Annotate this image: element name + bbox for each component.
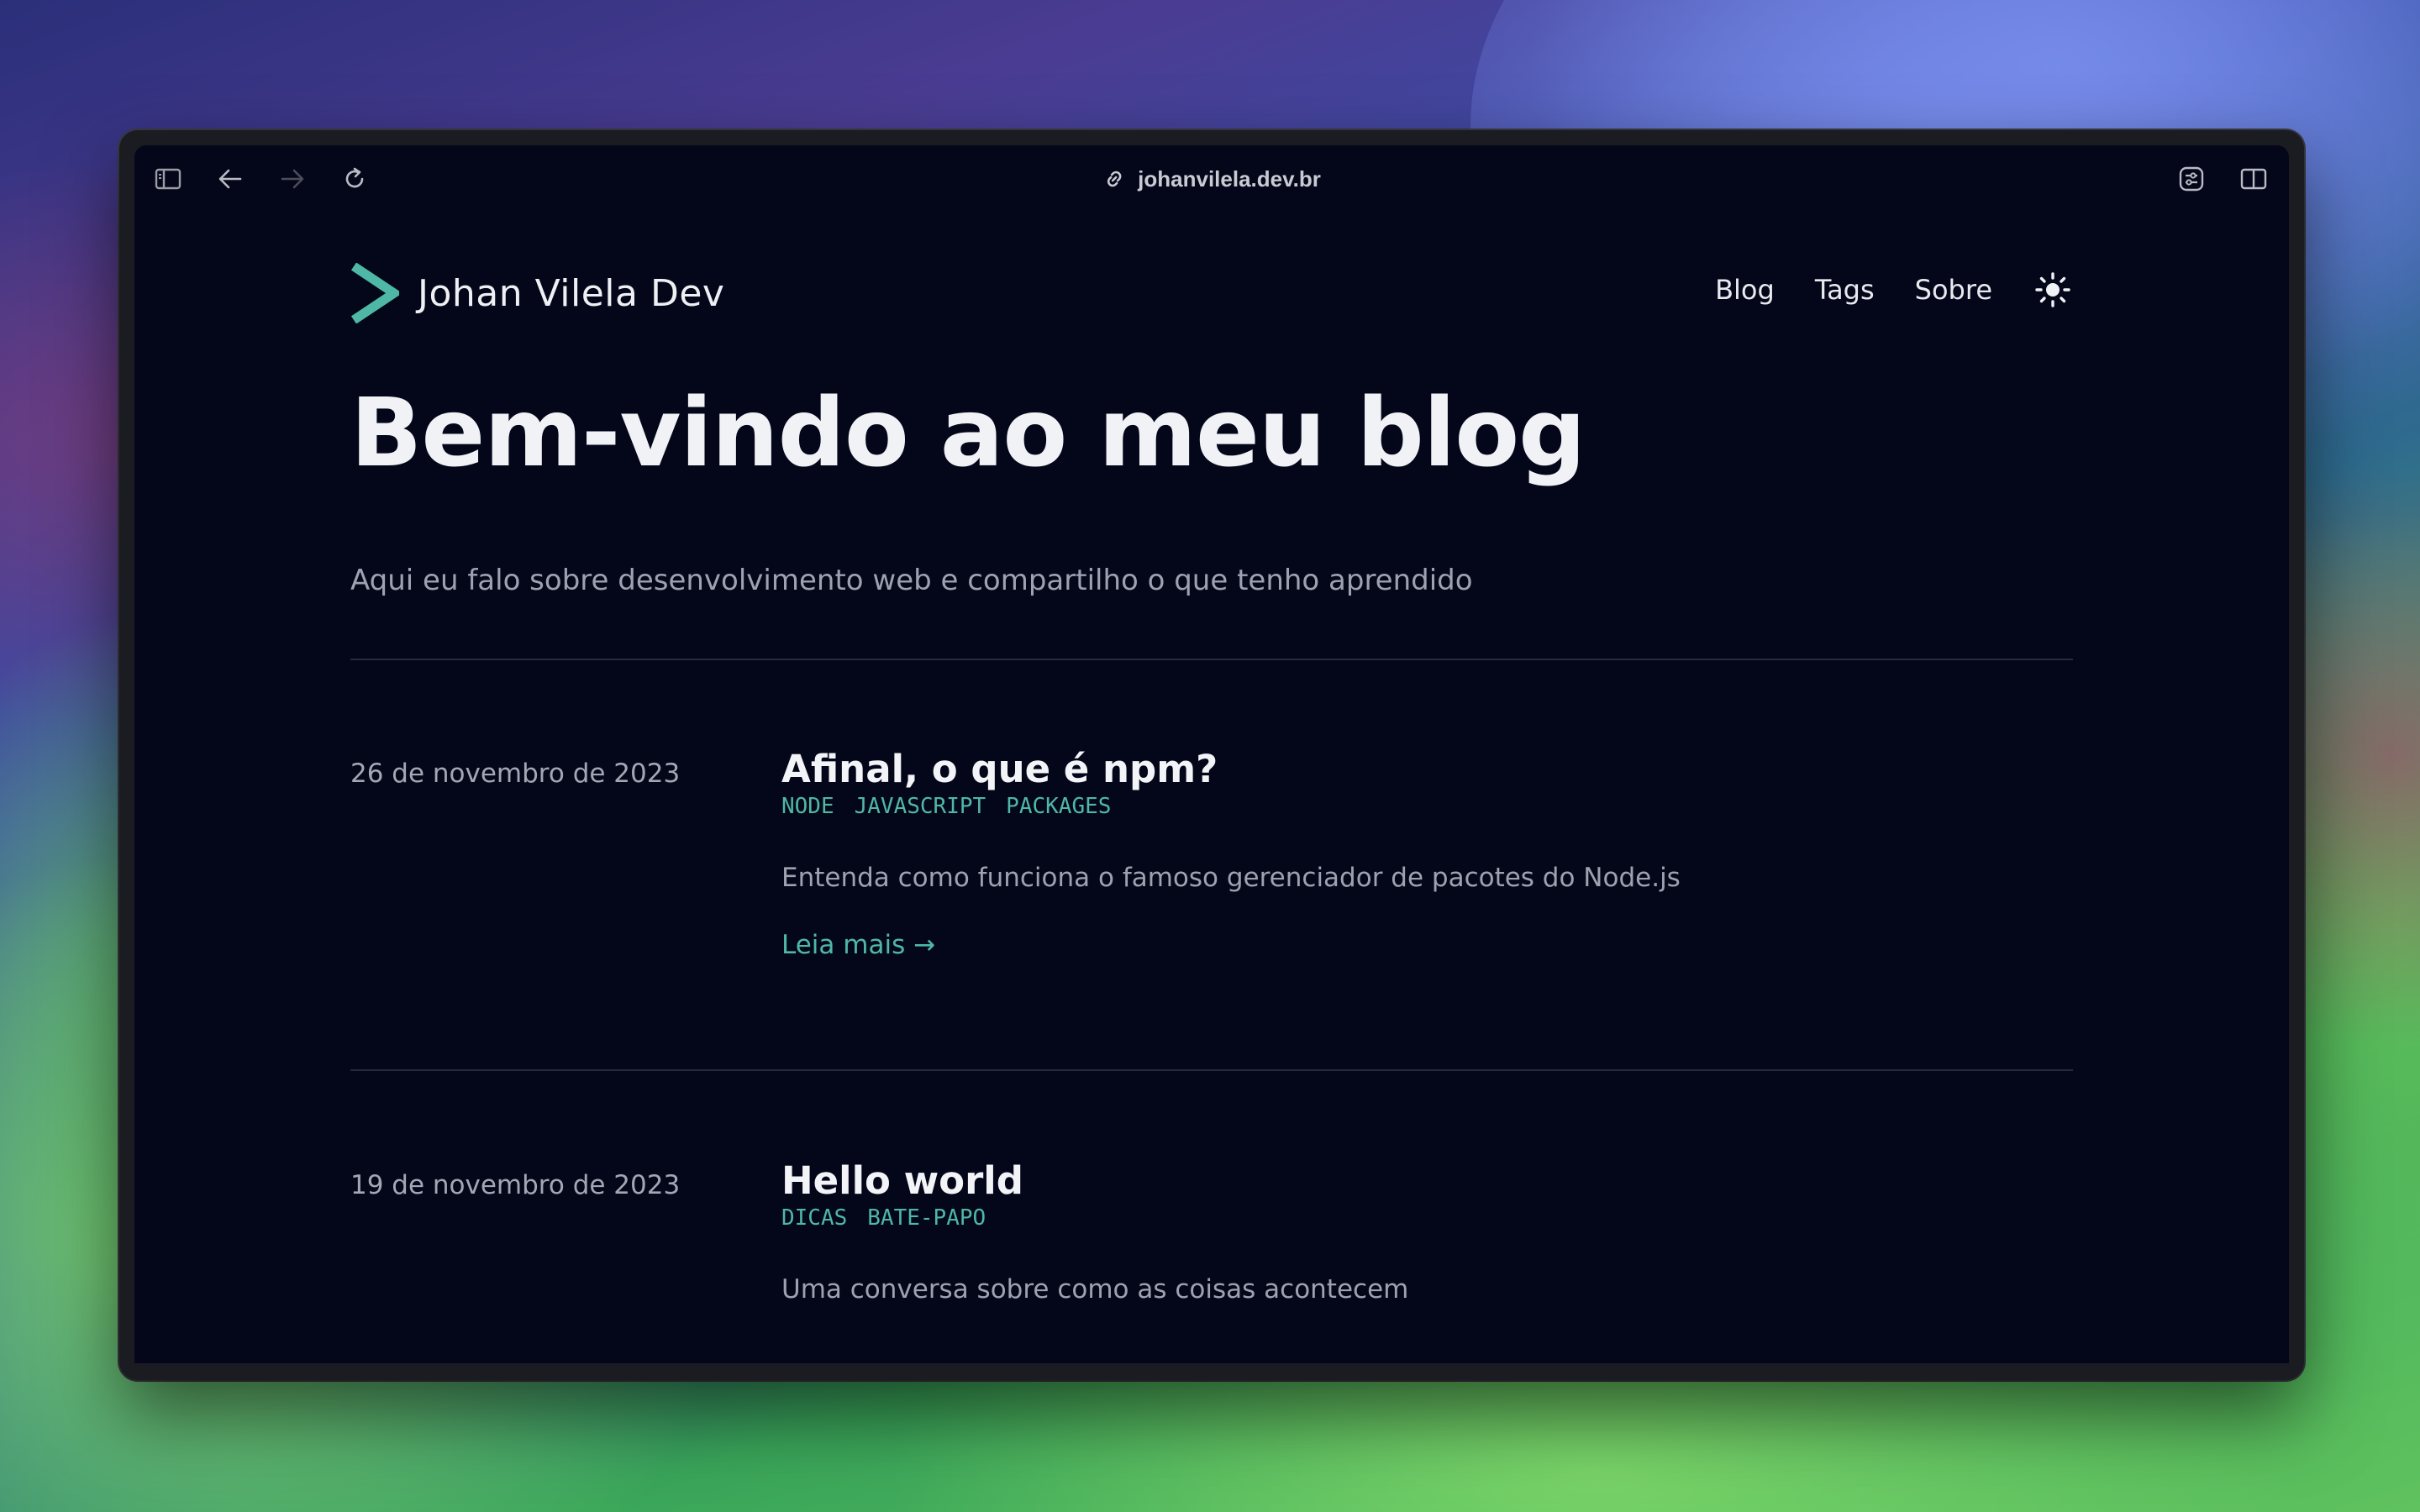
site-title: Johan Vilela Dev xyxy=(418,271,725,315)
post-date: 26 de novembro de 2023 xyxy=(350,759,681,789)
tag-javascript[interactable]: JAVASCRIPT xyxy=(855,794,986,819)
post-tags: NODE JAVASCRIPT PACKAGES xyxy=(781,794,2073,819)
page-subtitle: Aqui eu falo sobre desenvolvimento web e… xyxy=(350,564,1473,597)
post-body: Hello world DICAS BATE-PAPO Uma conversa… xyxy=(781,1158,2073,1305)
tag-packages[interactable]: PACKAGES xyxy=(1006,794,1111,819)
read-more-link[interactable]: Leia mais → xyxy=(781,930,935,960)
tag-node[interactable]: NODE xyxy=(781,794,834,819)
sun-icon xyxy=(2035,272,2070,307)
post-description: Entenda como funciona o famoso gerenciad… xyxy=(781,863,1681,893)
section-divider xyxy=(350,659,2073,660)
forward-button[interactable] xyxy=(277,164,308,194)
site-logo-link[interactable]: Johan Vilela Dev xyxy=(350,263,724,323)
address-bar[interactable]: johanvilela.dev.br xyxy=(1102,164,1321,194)
page-title: Bem-vindo ao meu blog xyxy=(350,379,1586,488)
reload-button[interactable] xyxy=(339,164,370,194)
post-title-link[interactable]: Hello world xyxy=(781,1158,2073,1204)
chevron-logo-icon xyxy=(350,263,399,323)
extensions-icon[interactable] xyxy=(2176,164,2207,194)
nav-blog[interactable]: Blog xyxy=(1715,274,1775,306)
browser-window: johanvilela.dev.br Johan Vilela Dev Blog… xyxy=(119,130,2304,1380)
post-divider xyxy=(350,1069,2073,1071)
post-description: Uma conversa sobre como as coisas aconte… xyxy=(781,1274,1409,1305)
link-icon xyxy=(1107,171,1122,187)
sidebar-icon[interactable] xyxy=(153,164,183,194)
arrow-right-icon xyxy=(281,169,304,189)
web-page: Johan Vilela Dev Blog Tags Sobre Bem-vin… xyxy=(134,211,2289,1363)
post-tags: DICAS BATE-PAPO xyxy=(781,1205,2073,1231)
post-body: Afinal, o que é npm? NODE JAVASCRIPT PAC… xyxy=(781,747,2073,960)
tag-bate-papo[interactable]: BATE-PAPO xyxy=(867,1205,986,1231)
reload-icon xyxy=(345,167,364,188)
arrow-left-icon xyxy=(218,169,242,189)
back-button[interactable] xyxy=(215,164,245,194)
nav-tags[interactable]: Tags xyxy=(1815,274,1875,306)
theme-toggle-button[interactable] xyxy=(2033,270,2073,310)
browser-toolbar: johanvilela.dev.br xyxy=(134,145,2289,211)
nav-sobre[interactable]: Sobre xyxy=(1915,274,1992,306)
split-view-icon[interactable] xyxy=(2238,164,2269,194)
url-text: johanvilela.dev.br xyxy=(1138,165,1321,192)
tag-dicas[interactable]: DICAS xyxy=(781,1205,847,1231)
post-date: 19 de novembro de 2023 xyxy=(350,1170,681,1200)
main-nav: Blog Tags Sobre xyxy=(1715,270,2073,310)
post-title-link[interactable]: Afinal, o que é npm? xyxy=(781,747,2073,792)
